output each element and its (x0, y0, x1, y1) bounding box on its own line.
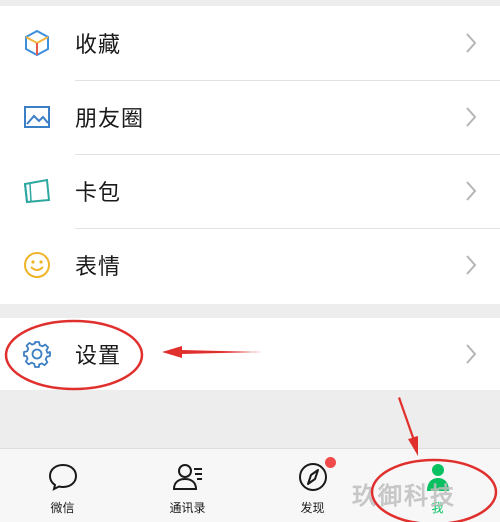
tab-label: 通讯录 (169, 501, 206, 515)
card-wallet-icon (23, 178, 51, 204)
compass-icon (298, 463, 327, 491)
menu-item-settings[interactable]: 设置 (0, 318, 500, 390)
sticker-smiley-icon (24, 252, 50, 278)
menu-item-label: 设置 (75, 344, 122, 369)
menu-group-main: 收藏 朋友圈 卡包 表情 (0, 6, 500, 304)
moments-image-icon (24, 106, 50, 128)
menu-item-card-wallet[interactable]: 卡包 (0, 154, 500, 228)
notification-badge (325, 457, 336, 468)
chevron-right-icon (466, 181, 477, 201)
me-page: 收藏 朋友圈 卡包 表情 设置 微信 通讯录 发现 我 玖御科技 (0, 0, 500, 522)
menu-item-stickers[interactable]: 表情 (0, 228, 500, 302)
menu-item-label: 卡包 (75, 181, 122, 206)
contacts-icon (172, 464, 202, 490)
tab-chats[interactable]: 微信 (0, 449, 125, 522)
gear-icon (23, 341, 51, 368)
menu-item-moments[interactable]: 朋友圈 (0, 80, 500, 154)
tab-label: 微信 (50, 501, 75, 515)
content-spacer (0, 390, 500, 448)
watermark-logo: 玖御科技 (352, 482, 456, 510)
chevron-right-icon (466, 344, 477, 364)
menu-item-label: 朋友圈 (75, 107, 145, 132)
chevron-right-icon (466, 107, 477, 127)
favorites-cube-icon (25, 29, 49, 57)
chevron-right-icon (466, 255, 477, 275)
tab-contacts[interactable]: 通讯录 (125, 449, 250, 522)
menu-item-favorites[interactable]: 收藏 (0, 6, 500, 80)
chat-bubble-icon (48, 463, 77, 491)
menu-item-label: 表情 (75, 255, 122, 280)
chevron-right-icon (466, 33, 477, 53)
menu-item-label: 收藏 (75, 33, 122, 58)
menu-group-settings: 设置 (0, 318, 500, 390)
